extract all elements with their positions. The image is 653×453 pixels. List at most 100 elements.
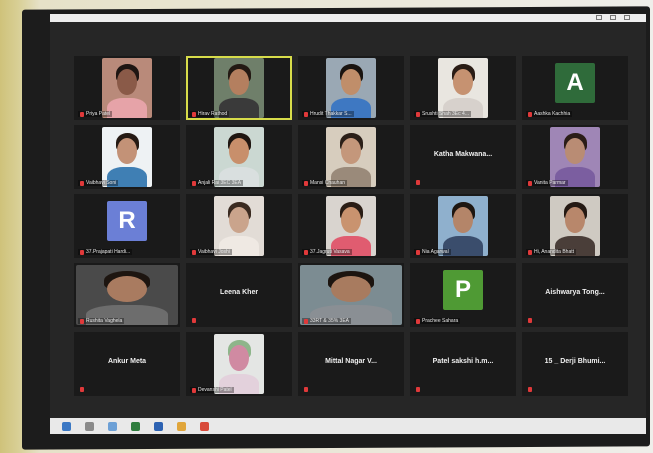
participant-tile[interactable]: Patel sakshi h.m... — [410, 332, 516, 396]
participant-name-label: Devanshi Patel — [190, 387, 234, 393]
participant-video — [300, 265, 402, 325]
participant-tile[interactable]: Mittal Nagar V... — [298, 332, 404, 396]
participant-video — [438, 58, 488, 118]
participant-tile[interactable]: Rushita Vaghela — [74, 263, 180, 327]
browser-icon[interactable] — [108, 421, 117, 431]
participant-tile[interactable]: Vanita Parmar — [522, 125, 628, 189]
mic-muted-icon — [80, 318, 84, 324]
gallery-view: Priya Patel Hirav Rathod Hrudit Thakkar S.… — [74, 56, 634, 401]
participant-name-label: Vaibhavi Soni — [78, 180, 119, 186]
participant-tile[interactable]: Katha Makwana... — [410, 125, 516, 189]
participant-name-label: Priya Patel — [78, 111, 113, 117]
participant-name-label: Hi, Anandita Bhatt — [526, 249, 577, 255]
participant-video — [76, 265, 178, 325]
participant-name-label: 33RT & 35% 3EA — [302, 318, 352, 324]
folder-icon[interactable] — [177, 421, 186, 431]
participant-name-label: Aashka Kachhia — [526, 111, 573, 117]
mic-muted-icon — [416, 318, 420, 324]
participant-tile[interactable]: Hrudit Thakkar S... — [298, 56, 404, 120]
participant-video — [214, 334, 264, 394]
mic-muted-icon — [304, 249, 308, 255]
participant-name-label: Prachee Sahara — [414, 318, 461, 324]
maximize-icon[interactable] — [610, 15, 616, 20]
participant-name-label: Rushita Vaghela — [78, 318, 125, 324]
participant-name-label: Nia Agarwal — [414, 249, 451, 255]
participant-avatar: R — [107, 200, 147, 241]
mic-muted-icon — [528, 249, 532, 255]
participant-name-text: Vanita Parmar — [534, 180, 566, 186]
participant-tile[interactable]: 37.Jagruti Vasava — [298, 194, 404, 258]
mic-muted-icon — [304, 318, 308, 324]
search-icon[interactable] — [85, 421, 94, 431]
window-titlebar — [50, 14, 646, 22]
participant-name-label: 37.Jagruti Vasava — [302, 249, 352, 255]
mic-muted-icon — [304, 387, 308, 392]
participant-name-text: 37.Prajapati Hardi... — [86, 249, 131, 255]
participant-video — [326, 127, 376, 187]
participant-video — [214, 58, 264, 118]
mic-muted-icon — [80, 249, 84, 255]
participant-tile[interactable]: 33RT & 35% 3EA — [298, 263, 404, 327]
participant-tile[interactable]: Anjali Rai 3EC 3EA — [186, 125, 292, 189]
participant-video — [550, 127, 600, 187]
participant-tile[interactable]: Vaibhavi Joshi — [186, 194, 292, 258]
participant-name-text: Mansi Chauhan — [310, 180, 346, 186]
participant-center-name: Mittal Nagar V... — [325, 358, 377, 365]
participant-name-label: Vanita Parmar — [526, 180, 568, 186]
participant-tile[interactable]: Devanshi Patel — [186, 332, 292, 396]
start-icon[interactable] — [62, 421, 71, 431]
participant-name-text: Hi, Anandita Bhatt — [534, 249, 575, 255]
participant-name-text: 33RT & 35% 3EA — [310, 318, 350, 324]
participant-tile[interactable]: Vaibhavi Soni — [74, 125, 180, 189]
participant-tile[interactable]: Srushti Shah 3Ec 4... — [410, 56, 516, 120]
participant-name-label: Srushti Shah 3Ec 4... — [414, 111, 471, 117]
participant-tile[interactable]: 15 _ Derji Bhumi... — [522, 332, 628, 396]
close-icon[interactable] — [624, 15, 630, 20]
participant-name-text: Hirav Rathod — [198, 111, 228, 117]
participant-name-label: Mansi Chauhan — [302, 180, 348, 186]
spreadsheet-icon[interactable] — [131, 421, 140, 431]
mic-muted-icon — [416, 387, 420, 392]
participant-center-name: Katha Makwana... — [433, 151, 493, 158]
participant-name-text: Vaibhavi Soni — [86, 180, 117, 186]
participant-video — [550, 196, 600, 256]
mic-muted-icon — [192, 249, 196, 255]
participant-tile[interactable]: Mansi Chauhan — [298, 125, 404, 189]
participant-tile[interactable]: A Aashka Kachhia — [522, 56, 628, 120]
participant-tile[interactable]: Hirav Rathod — [186, 56, 292, 120]
participant-video — [102, 127, 152, 187]
participant-tile[interactable]: Ankur Meta — [74, 332, 180, 396]
participant-tile[interactable]: Nia Agarwal — [410, 194, 516, 258]
participant-center-name: 15 _ Derji Bhumi... — [544, 358, 606, 365]
mic-muted-icon — [192, 318, 196, 323]
mic-muted-icon — [528, 111, 532, 117]
participant-name-label: Anjali Rai 3EC 3EA — [190, 180, 244, 186]
participant-video — [438, 196, 488, 256]
participant-tile[interactable]: P Prachee Sahara — [410, 263, 516, 327]
participant-name-label: Hrudit Thakkar S... — [302, 111, 354, 117]
participant-name-label: Hirav Rathod — [190, 111, 230, 117]
participant-name-label: 37.Prajapati Hardi... — [78, 249, 133, 255]
mic-muted-icon — [416, 111, 420, 117]
participant-tile[interactable]: Leena Kher — [186, 263, 292, 327]
mic-muted-icon — [528, 387, 532, 392]
participant-tile[interactable]: R 37.Prajapati Hardi... — [74, 194, 180, 258]
minimize-icon[interactable] — [596, 15, 602, 20]
mic-muted-icon — [304, 111, 308, 117]
participant-avatar: A — [555, 62, 595, 103]
participant-name-text: Prachee Sahara — [422, 318, 459, 324]
monitor-screen: Priya Patel Hirav Rathod Hrudit Thakkar S.… — [50, 14, 646, 434]
presentation-icon[interactable] — [200, 421, 209, 431]
participant-tile[interactable]: Aishwarya Tong... — [522, 263, 628, 327]
participant-video — [102, 58, 152, 118]
participant-name-text: Anjali Rai 3EC 3EA — [198, 180, 242, 186]
zoom-icon[interactable] — [154, 421, 163, 431]
mic-muted-icon — [528, 180, 532, 186]
participant-video — [214, 127, 264, 187]
participant-tile[interactable]: Hi, Anandita Bhatt — [522, 194, 628, 258]
mic-muted-icon — [416, 180, 420, 185]
mic-muted-icon — [304, 180, 308, 186]
mic-muted-icon — [192, 387, 196, 393]
participant-name-text: Priya Patel — [86, 111, 111, 117]
participant-tile[interactable]: Priya Patel — [74, 56, 180, 120]
